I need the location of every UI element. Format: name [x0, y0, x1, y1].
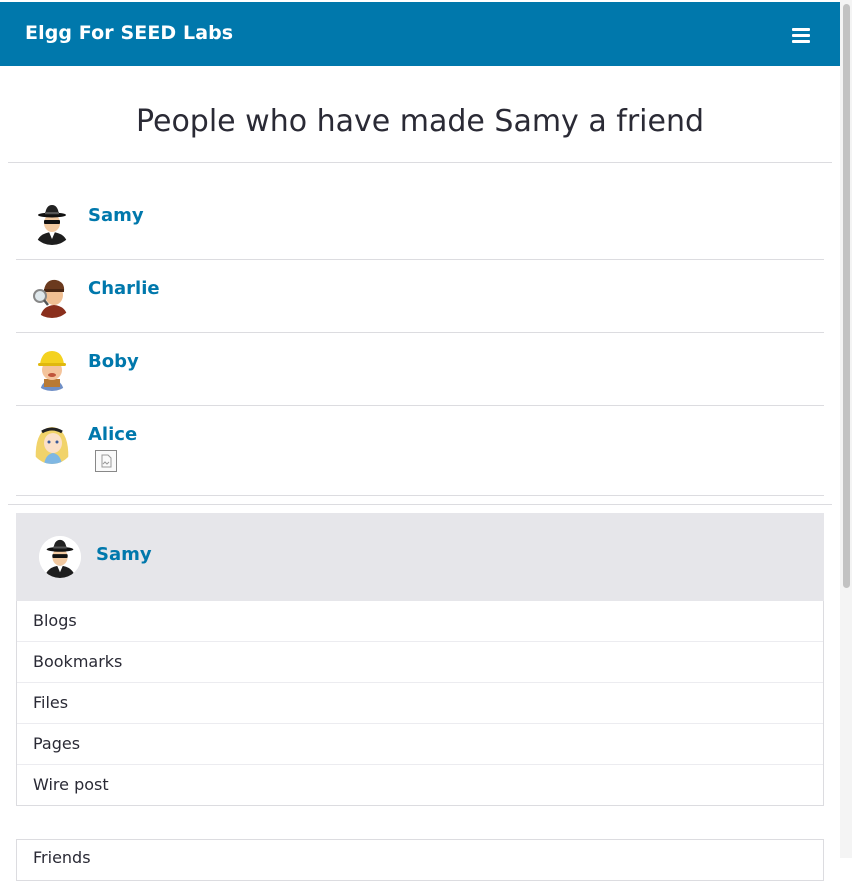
user-name-link[interactable]: Alice	[88, 424, 137, 445]
detective-avatar[interactable]	[30, 274, 74, 318]
builder-avatar[interactable]	[30, 347, 74, 391]
list-item: Charlie	[16, 260, 824, 333]
menu-item-blogs[interactable]: Blogs	[17, 601, 823, 641]
title-divider	[8, 162, 832, 163]
user-name-link[interactable]: Samy	[88, 205, 144, 226]
user-name-link[interactable]: Charlie	[88, 278, 160, 299]
spy-avatar[interactable]	[30, 201, 74, 245]
owner-block: Samy	[16, 513, 824, 601]
menu-item-pages[interactable]: Pages	[17, 723, 823, 764]
top-navbar: Elgg For SEED Labs	[0, 2, 840, 66]
owner-menu: Blogs Bookmarks Files Pages Wire post	[16, 601, 824, 806]
alice-avatar[interactable]	[30, 420, 74, 464]
menu-item-bookmarks[interactable]: Bookmarks	[17, 641, 823, 682]
broken-image-icon	[95, 450, 117, 472]
menu-item-wire-post[interactable]: Wire post	[17, 764, 823, 805]
user-name-link[interactable]: Boby	[88, 351, 139, 372]
site-name-link[interactable]: Elgg For SEED Labs	[25, 22, 233, 44]
page-title: People who have made Samy a friend	[135, 104, 705, 139]
list-item: Boby	[16, 333, 824, 406]
friends-section: Friends	[16, 839, 824, 881]
scrollbar-thumb[interactable]	[843, 4, 850, 588]
menu-item-friends[interactable]: Friends	[17, 840, 823, 880]
list-divider	[8, 504, 832, 505]
menu-item-files[interactable]: Files	[17, 682, 823, 723]
spy-avatar[interactable]	[39, 536, 81, 578]
list-item: Samy	[16, 187, 824, 260]
hamburger-icon[interactable]	[790, 26, 812, 44]
owner-name-link[interactable]: Samy	[96, 544, 152, 565]
list-item: Alice	[16, 406, 824, 496]
